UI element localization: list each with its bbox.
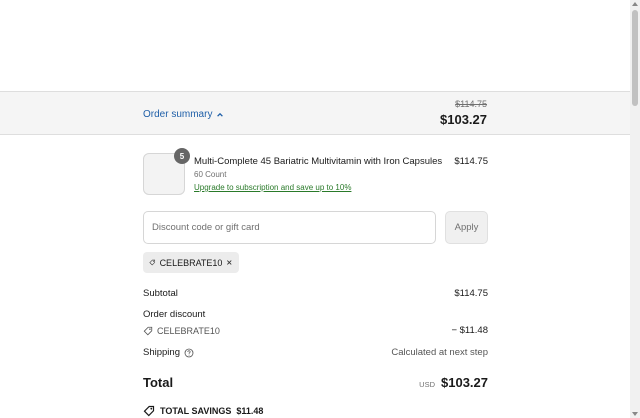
discount-code-text: CELEBRATE10: [157, 325, 220, 336]
applied-discount-chip: CELEBRATE10: [143, 252, 239, 273]
shipping-label-group: Shipping: [143, 347, 194, 358]
scroll-down-arrow[interactable]: [632, 412, 638, 416]
product-name: Multi-Complete 45 Bariatric Multivitamin…: [194, 156, 443, 167]
savings-value: $11.48: [236, 406, 264, 416]
close-icon[interactable]: [226, 257, 233, 268]
discount-value: − $11.48: [451, 325, 488, 336]
order-summary-bar: Order summary $114.75 $103.27: [0, 92, 630, 135]
tag-icon: [143, 405, 155, 417]
scrollbar-thumb[interactable]: [632, 10, 638, 106]
applied-code-label: CELEBRATE10: [159, 257, 223, 268]
order-discount-row: Order discount: [143, 309, 488, 320]
savings-label: TOTAL SAVINGS: [160, 406, 232, 416]
total-row: Total USD $103.27: [143, 375, 488, 390]
product-price: $114.75: [454, 156, 488, 167]
subtotal-label: Subtotal: [143, 288, 178, 299]
order-summary-label: Order summary: [143, 109, 213, 120]
original-total: $114.75: [455, 99, 487, 109]
subtotal-row: Subtotal $114.75: [143, 288, 488, 299]
scroll-up-arrow[interactable]: [632, 2, 638, 6]
chevron-up-icon: [217, 112, 224, 117]
total-value: $103.27: [441, 375, 488, 390]
question-circle-icon[interactable]: [184, 348, 194, 358]
tag-icon: [149, 259, 156, 266]
discount-code-line: CELEBRATE10: [143, 326, 220, 336]
current-total: $103.27: [440, 112, 487, 127]
total-amount-group: USD $103.27: [419, 375, 488, 390]
total-label: Total: [143, 375, 174, 390]
checkout-page: Order summary $114.75 $103.27 5 Multi-Co…: [0, 0, 640, 418]
discount-code-row: CELEBRATE10 − $11.48: [143, 325, 488, 336]
tag-icon: [143, 326, 153, 335]
quantity-badge: 5: [174, 148, 190, 164]
discount-code-input[interactable]: [143, 211, 436, 244]
subtotal-value: $114.75: [454, 288, 488, 299]
shipping-label: Shipping: [143, 347, 180, 358]
upgrade-subscription-link[interactable]: Upgrade to subscription and save up to 1…: [194, 183, 351, 192]
order-discount-label: Order discount: [143, 309, 206, 320]
order-summary-toggle[interactable]: Order summary: [143, 109, 224, 120]
shipping-row: Shipping Calculated at next step: [143, 347, 488, 358]
shipping-value: Calculated at next step: [391, 347, 488, 358]
product-variant: 60 Count: [194, 170, 227, 179]
total-savings: TOTAL SAVINGS $11.48: [143, 405, 263, 417]
summary-prices: $114.75 $103.27: [440, 99, 487, 127]
header-area: [0, 0, 630, 92]
line-item: 5 Multi-Complete 45 Bariatric Multivitam…: [143, 148, 488, 195]
vertical-scrollbar[interactable]: [630, 0, 640, 418]
currency-code: USD: [419, 380, 435, 389]
apply-button[interactable]: Apply: [445, 211, 488, 244]
